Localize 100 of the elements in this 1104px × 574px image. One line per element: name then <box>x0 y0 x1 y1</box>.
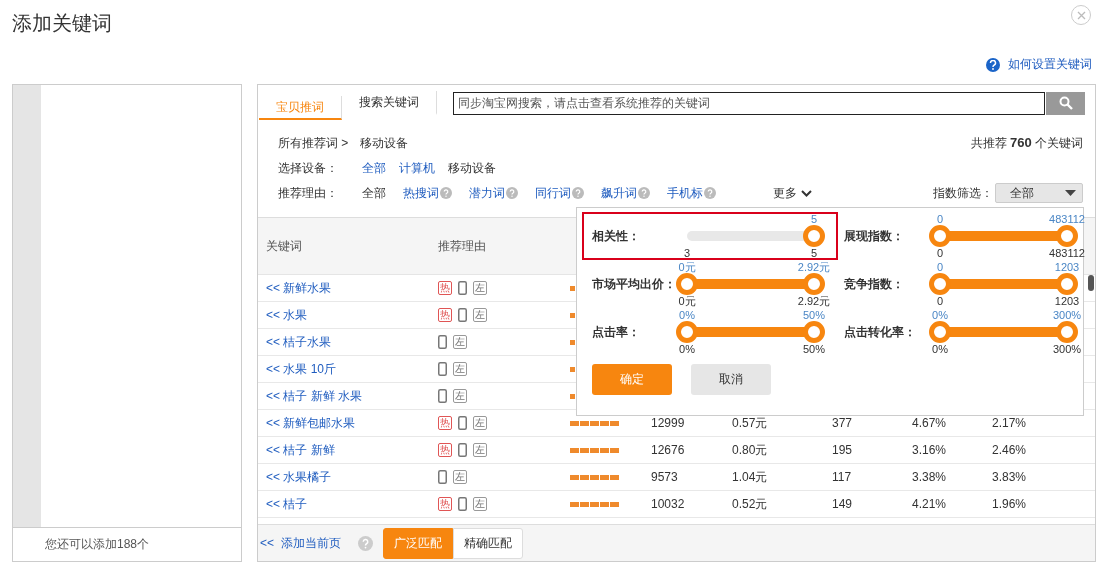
table-cell-text: 0.57元 <box>732 414 769 432</box>
slider-label: 市场平均出价： <box>592 275 677 293</box>
slider-min-label: 0元 <box>678 295 696 307</box>
filter-option[interactable]: 全部 <box>362 184 386 202</box>
filter-option[interactable]: 手机标 <box>667 184 703 202</box>
keyword-link[interactable]: << 新鲜包邮水果 <box>266 414 438 432</box>
tag: 左 <box>473 416 487 430</box>
close-icon <box>1076 10 1086 20</box>
table-cell-text: 3.38% <box>912 470 948 484</box>
slider-label: 点击率： <box>592 323 641 341</box>
scrollbar-thumb[interactable] <box>1088 275 1094 291</box>
slider-max-label: 50% <box>803 343 825 355</box>
slider-max-label: 1203 <box>1054 295 1080 307</box>
slider-value: 483112 <box>1049 213 1085 225</box>
dialog-title: 添加关键词 <box>12 11 112 36</box>
relevance-bar <box>570 474 619 480</box>
keyword-link[interactable]: << 水果 <box>266 306 438 324</box>
phone-icon <box>458 281 467 295</box>
match-type-button[interactable]: 精确匹配 <box>452 527 523 559</box>
table-cell-text: 3.83% <box>992 470 1028 484</box>
slider-max-label: 483112 <box>1049 247 1085 259</box>
relevance-bar <box>570 420 619 426</box>
breadcrumb-current: 移动设备 <box>360 134 409 152</box>
relevance-bar <box>570 447 619 453</box>
more-link[interactable]: 更多 <box>773 184 812 202</box>
slider-min-label: 0% <box>932 343 948 355</box>
index-filter-dropdown[interactable]: 全部 <box>995 183 1083 203</box>
slider-value: 2.92元 <box>797 261 831 273</box>
phone-icon <box>458 443 467 457</box>
slider-value: 0 <box>936 213 944 225</box>
keyword-link[interactable]: << 桔子 新鲜 <box>266 441 438 459</box>
phone-icon <box>458 497 467 511</box>
tag: 左 <box>453 389 467 403</box>
table-cell-text: 0.80元 <box>732 441 769 459</box>
slider[interactable] <box>676 273 825 295</box>
hot-tag: 热 <box>438 443 452 457</box>
tag: 左 <box>473 281 487 295</box>
filter-option[interactable]: 同行词 <box>535 184 571 202</box>
keyword-link[interactable]: << 桔子水果 <box>266 333 438 351</box>
slider[interactable] <box>929 321 1078 343</box>
slider-value: 5 <box>810 213 818 225</box>
relevance-bar <box>570 501 619 507</box>
slider-label: 相关性： <box>592 227 641 245</box>
remaining-count: 您还可以添加188个 <box>45 536 150 553</box>
slider-min-label: 0 <box>936 247 944 259</box>
help-icon <box>357 535 373 551</box>
table-cell-text: 10032 <box>651 497 686 511</box>
cancel-button[interactable]: 取消 <box>691 364 771 395</box>
table-cell-text: 12676 <box>651 443 686 457</box>
keyword-link[interactable]: << 桔子 <box>266 495 438 513</box>
filter-option[interactable]: 移动设备 <box>448 159 496 177</box>
tag: 左 <box>473 443 487 457</box>
slider[interactable] <box>929 225 1078 247</box>
table-cell-text: 1.96% <box>992 497 1028 511</box>
filter-option[interactable]: 热搜词 <box>403 184 439 202</box>
keyword-link[interactable]: << 水果 10斤 <box>266 360 438 378</box>
breadcrumb-link[interactable]: 所有推荐词 > <box>278 134 349 152</box>
slider-min-label: 0 <box>936 295 944 307</box>
slider-value: 50% <box>803 309 825 321</box>
filter-option[interactable]: 潜力词 <box>469 184 505 202</box>
keyword-link[interactable]: << 桔子 新鲜 水果 <box>266 387 438 405</box>
tag: 左 <box>473 308 487 322</box>
slider-max-label: 2.92元 <box>797 295 831 307</box>
table-cell-text: 149 <box>832 497 854 511</box>
table-cell-text: 195 <box>832 443 854 457</box>
slider-value: 1203 <box>1054 261 1080 273</box>
slider-value: 0 <box>936 261 944 273</box>
tag: 左 <box>453 335 467 349</box>
keyword-link[interactable]: << 水果橘子 <box>266 468 438 486</box>
column-header: 关键词 <box>266 237 303 255</box>
table-cell-text: 12999 <box>651 416 686 430</box>
slider-label: 展现指数： <box>844 227 905 245</box>
phone-icon <box>458 416 467 430</box>
total-count: 共推荐 760 个关键词 <box>970 134 1083 152</box>
slider[interactable] <box>676 321 825 343</box>
filter-option[interactable]: 计算机 <box>399 159 435 177</box>
filter-option[interactable]: 全部 <box>362 159 386 177</box>
table-cell-text: 2.46% <box>992 443 1028 457</box>
filter-label: 指数筛选： <box>933 184 993 202</box>
phone-icon <box>458 308 467 322</box>
tab[interactable]: 搜索关键词 <box>342 91 437 115</box>
slider-value: 300% <box>1052 309 1082 321</box>
table-cell-text: 2.17% <box>992 416 1028 430</box>
slider[interactable] <box>929 273 1078 295</box>
caret-icon <box>1065 190 1076 196</box>
tag: 左 <box>453 362 467 376</box>
add-page-link[interactable]: << 添加当前页 <box>260 534 341 552</box>
table-cell-text: 117 <box>832 470 853 484</box>
phone-icon <box>438 389 447 403</box>
slider-min-label: 3 <box>683 247 691 259</box>
phone-icon <box>438 335 447 349</box>
help-link[interactable]: 如何设置关键词 <box>1008 56 1092 73</box>
slider-max-label: 5 <box>810 247 818 259</box>
table-cell-text: 0.52元 <box>732 495 769 513</box>
column-header: 推荐理由 <box>438 237 487 255</box>
filter-label: 选择设备： <box>278 159 339 177</box>
keyword-link[interactable]: << 新鲜水果 <box>266 279 438 297</box>
search-button[interactable] <box>1046 91 1085 115</box>
chevron-down-icon <box>801 189 812 197</box>
filter-option[interactable]: 飙升词 <box>601 184 637 202</box>
